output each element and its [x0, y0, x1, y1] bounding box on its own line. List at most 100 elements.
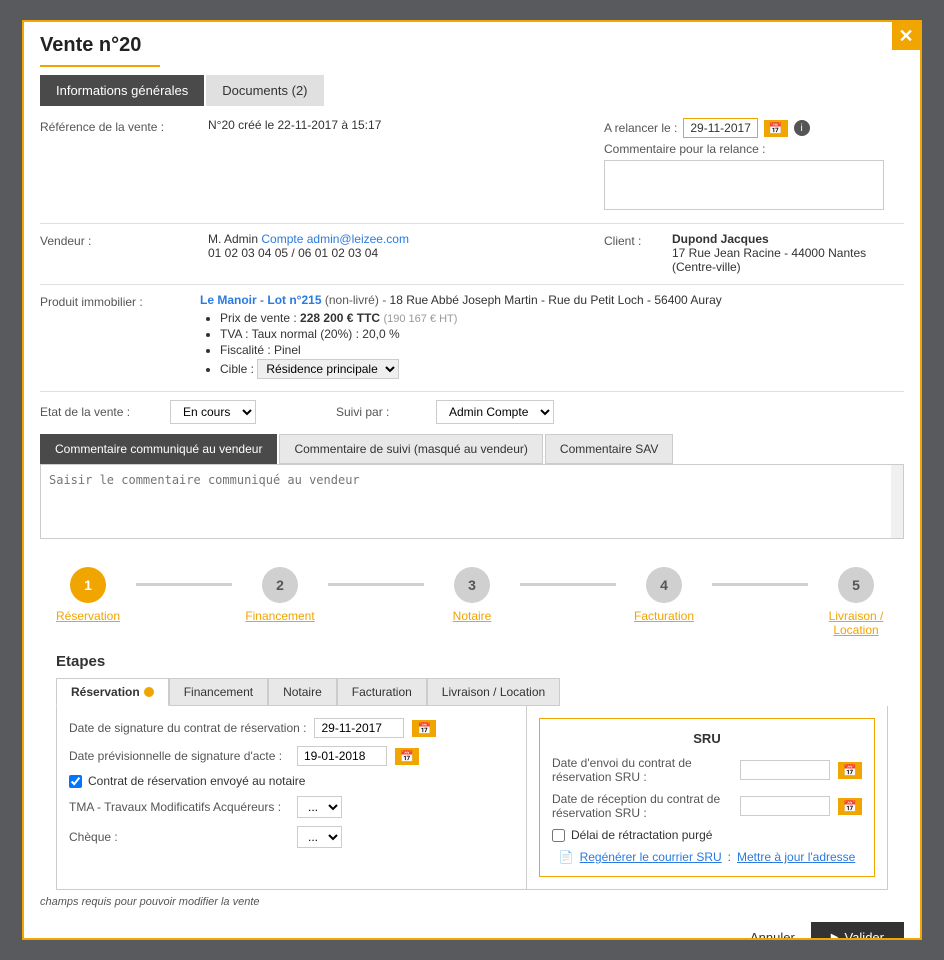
modal-window: Vente n°20 ✕ Informations générales Docu…: [22, 20, 922, 940]
relance-date[interactable]: 29-11-2017: [683, 118, 758, 138]
etat-suivi-row: Etat de la vente : En cours Terminé Annu…: [40, 400, 904, 424]
annuler-button[interactable]: Annuler: [750, 930, 795, 940]
contrat-notaire-label: Contrat de réservation envoyé au notaire: [88, 774, 305, 788]
produit-address: 18 Rue Abbé Joseph Martin - Rue du Petit…: [390, 293, 722, 307]
step-4: 4 Facturation: [616, 567, 712, 623]
close-button[interactable]: ✕: [892, 22, 920, 50]
vendeur-label: Vendeur :: [40, 232, 200, 248]
produit-prix: Prix de vente : 228 200 € TTC (190 167 €…: [220, 311, 904, 325]
produit-row: Produit immobilier : Le Manoir - Lot n°2…: [40, 293, 904, 381]
etape-tab-financement[interactable]: Financement: [169, 678, 268, 706]
step-circle-5: 5: [838, 567, 874, 603]
step-circle-2: 2: [262, 567, 298, 603]
etat-select[interactable]: En cours Terminé Annulé: [170, 400, 256, 424]
date-prevision-calendar[interactable]: 📅: [395, 748, 419, 765]
step-5: 5 Livraison / Location: [808, 567, 904, 637]
client-address: 17 Rue Jean Racine - 44000 Nantes (Centr…: [672, 246, 866, 274]
etape-tab-livraison[interactable]: Livraison / Location: [427, 678, 560, 706]
sru-adresse-link[interactable]: Mettre à jour l'adresse: [737, 850, 855, 864]
vendeur-name-m: M. Admin: [208, 232, 261, 246]
step-connector-3: [520, 583, 616, 586]
relance-calendar-icon[interactable]: 📅: [764, 120, 788, 137]
sru-date-reception-input[interactable]: [740, 796, 830, 816]
date-prevision-row: Date prévisionnelle de signature d'acte …: [69, 746, 514, 766]
commentaire-relance-textarea[interactable]: [604, 160, 884, 210]
tabs-nav: Informations générales Documents (2): [24, 75, 920, 106]
step-label-4[interactable]: Facturation: [634, 609, 694, 623]
vendeur-value: M. Admin Compte admin@leizee.com 01 02 0…: [208, 232, 604, 260]
produit-cible-select[interactable]: Résidence principale: [257, 359, 399, 379]
sru-link-row: 📄 Regénérer le courrier SRU : Mettre à j…: [552, 850, 862, 864]
sru-date-envoi-input[interactable]: [740, 760, 830, 780]
etapes-section: Etapes Réservation Financement Notaire F…: [24, 645, 920, 890]
tab-informations-generales[interactable]: Informations générales: [40, 75, 204, 106]
etapes-title: Etapes: [56, 653, 888, 670]
etape-tab-facturation[interactable]: Facturation: [337, 678, 427, 706]
sru-date-envoi-row: Date d'envoi du contrat de réservation S…: [552, 756, 862, 784]
sru-date-reception-calendar[interactable]: 📅: [838, 798, 862, 815]
commentaire-relance-label: Commentaire pour la relance :: [604, 142, 904, 156]
etape-tab-notaire[interactable]: Notaire: [268, 678, 337, 706]
produit-prix-ttc: 228 200 € TTC: [300, 311, 380, 325]
date-prevision-input[interactable]: [297, 746, 387, 766]
divider3: [40, 391, 904, 392]
produit-programme-link[interactable]: Le Manoir: [200, 293, 257, 307]
produit-lot: Lot n°215: [267, 293, 321, 307]
step-connector-1: [136, 583, 232, 586]
date-signature-row: Date de signature du contrat de réservat…: [69, 718, 514, 738]
step-label-5[interactable]: Livraison / Location: [808, 609, 904, 637]
date-signature-input[interactable]: [314, 718, 404, 738]
step-label-1[interactable]: Réservation: [56, 609, 120, 623]
date-signature-calendar[interactable]: 📅: [412, 720, 436, 737]
vendeur-tel: 01 02 03 04 05 / 06 01 02 03 04: [208, 246, 378, 260]
step-2: 2 Financement: [232, 567, 328, 623]
etape-left: Date de signature du contrat de réservat…: [57, 706, 527, 889]
divider2: [40, 284, 904, 285]
suivi-label: Suivi par :: [336, 405, 416, 419]
etape-tab-reservation[interactable]: Réservation: [56, 678, 169, 706]
vendeur-email-link[interactable]: admin@leizee.com: [307, 232, 409, 246]
tma-row: TMA - Travaux Modificatifs Acquéreurs : …: [69, 796, 514, 818]
suivi-select[interactable]: Admin Compte M. Admin: [436, 400, 554, 424]
etape-reservation-dot: [144, 687, 154, 697]
produit-lot-link[interactable]: Lot n°215: [267, 293, 321, 307]
modal-title: Vente n°20: [40, 34, 141, 57]
date-signature-label: Date de signature du contrat de réservat…: [69, 721, 306, 735]
sru-delai-checkbox[interactable]: [552, 829, 565, 842]
sru-regenerer-link[interactable]: Regénérer le courrier SRU: [580, 850, 722, 864]
cheque-select[interactable]: ...: [297, 826, 342, 848]
etape-right: SRU Date d'envoi du contrat de réservati…: [527, 706, 887, 889]
comment-textarea[interactable]: [41, 465, 903, 535]
produit-cible: Cible : Résidence principale: [220, 359, 904, 379]
steps-row: 1 Réservation 2 Financement 3 Notaire 4 …: [40, 567, 904, 637]
etat-label: Etat de la vente :: [40, 405, 150, 419]
modal-body: Référence de la vente : N°20 créé le 22-…: [24, 106, 920, 551]
valider-button[interactable]: Valider: [811, 922, 904, 940]
cheque-row: Chèque : ...: [69, 826, 514, 848]
relance-info-icon[interactable]: i: [794, 120, 810, 136]
contrat-notaire-checkbox[interactable]: [69, 775, 82, 788]
step-label-3[interactable]: Notaire: [453, 609, 492, 623]
tma-select[interactable]: ...: [297, 796, 342, 818]
cheque-label: Chèque :: [69, 830, 289, 844]
vendeur-compte-link[interactable]: Compte: [261, 232, 303, 246]
champs-requis: champs requis pour pouvoir modifier la v…: [24, 890, 920, 914]
scrollbar: [891, 465, 903, 538]
step-1: 1 Réservation: [40, 567, 136, 623]
comment-tab-suivi[interactable]: Commentaire de suivi (masqué au vendeur): [279, 434, 542, 464]
sru-checkbox-row: Délai de rétractation purgé: [552, 828, 862, 842]
step-3: 3 Notaire: [424, 567, 520, 623]
comment-tabs: Commentaire communiqué au vendeur Commen…: [40, 434, 904, 464]
sru-box: SRU Date d'envoi du contrat de réservati…: [539, 718, 875, 877]
etape-tab-reservation-label: Réservation: [71, 685, 140, 699]
tab-documents[interactable]: Documents (2): [206, 75, 323, 106]
sru-date-envoi-calendar[interactable]: 📅: [838, 762, 862, 779]
sru-title: SRU: [552, 731, 862, 746]
produit-value: Le Manoir - Lot n°215 (non-livré) - 18 R…: [200, 293, 904, 381]
produit-details: Prix de vente : 228 200 € TTC (190 167 €…: [200, 311, 904, 379]
modal-header: Vente n°20 ✕: [24, 22, 920, 65]
relance-label: A relancer le :: [604, 121, 677, 135]
comment-tab-sav[interactable]: Commentaire SAV: [545, 434, 673, 464]
comment-tab-vendeur[interactable]: Commentaire communiqué au vendeur: [40, 434, 277, 464]
step-label-2[interactable]: Financement: [245, 609, 314, 623]
